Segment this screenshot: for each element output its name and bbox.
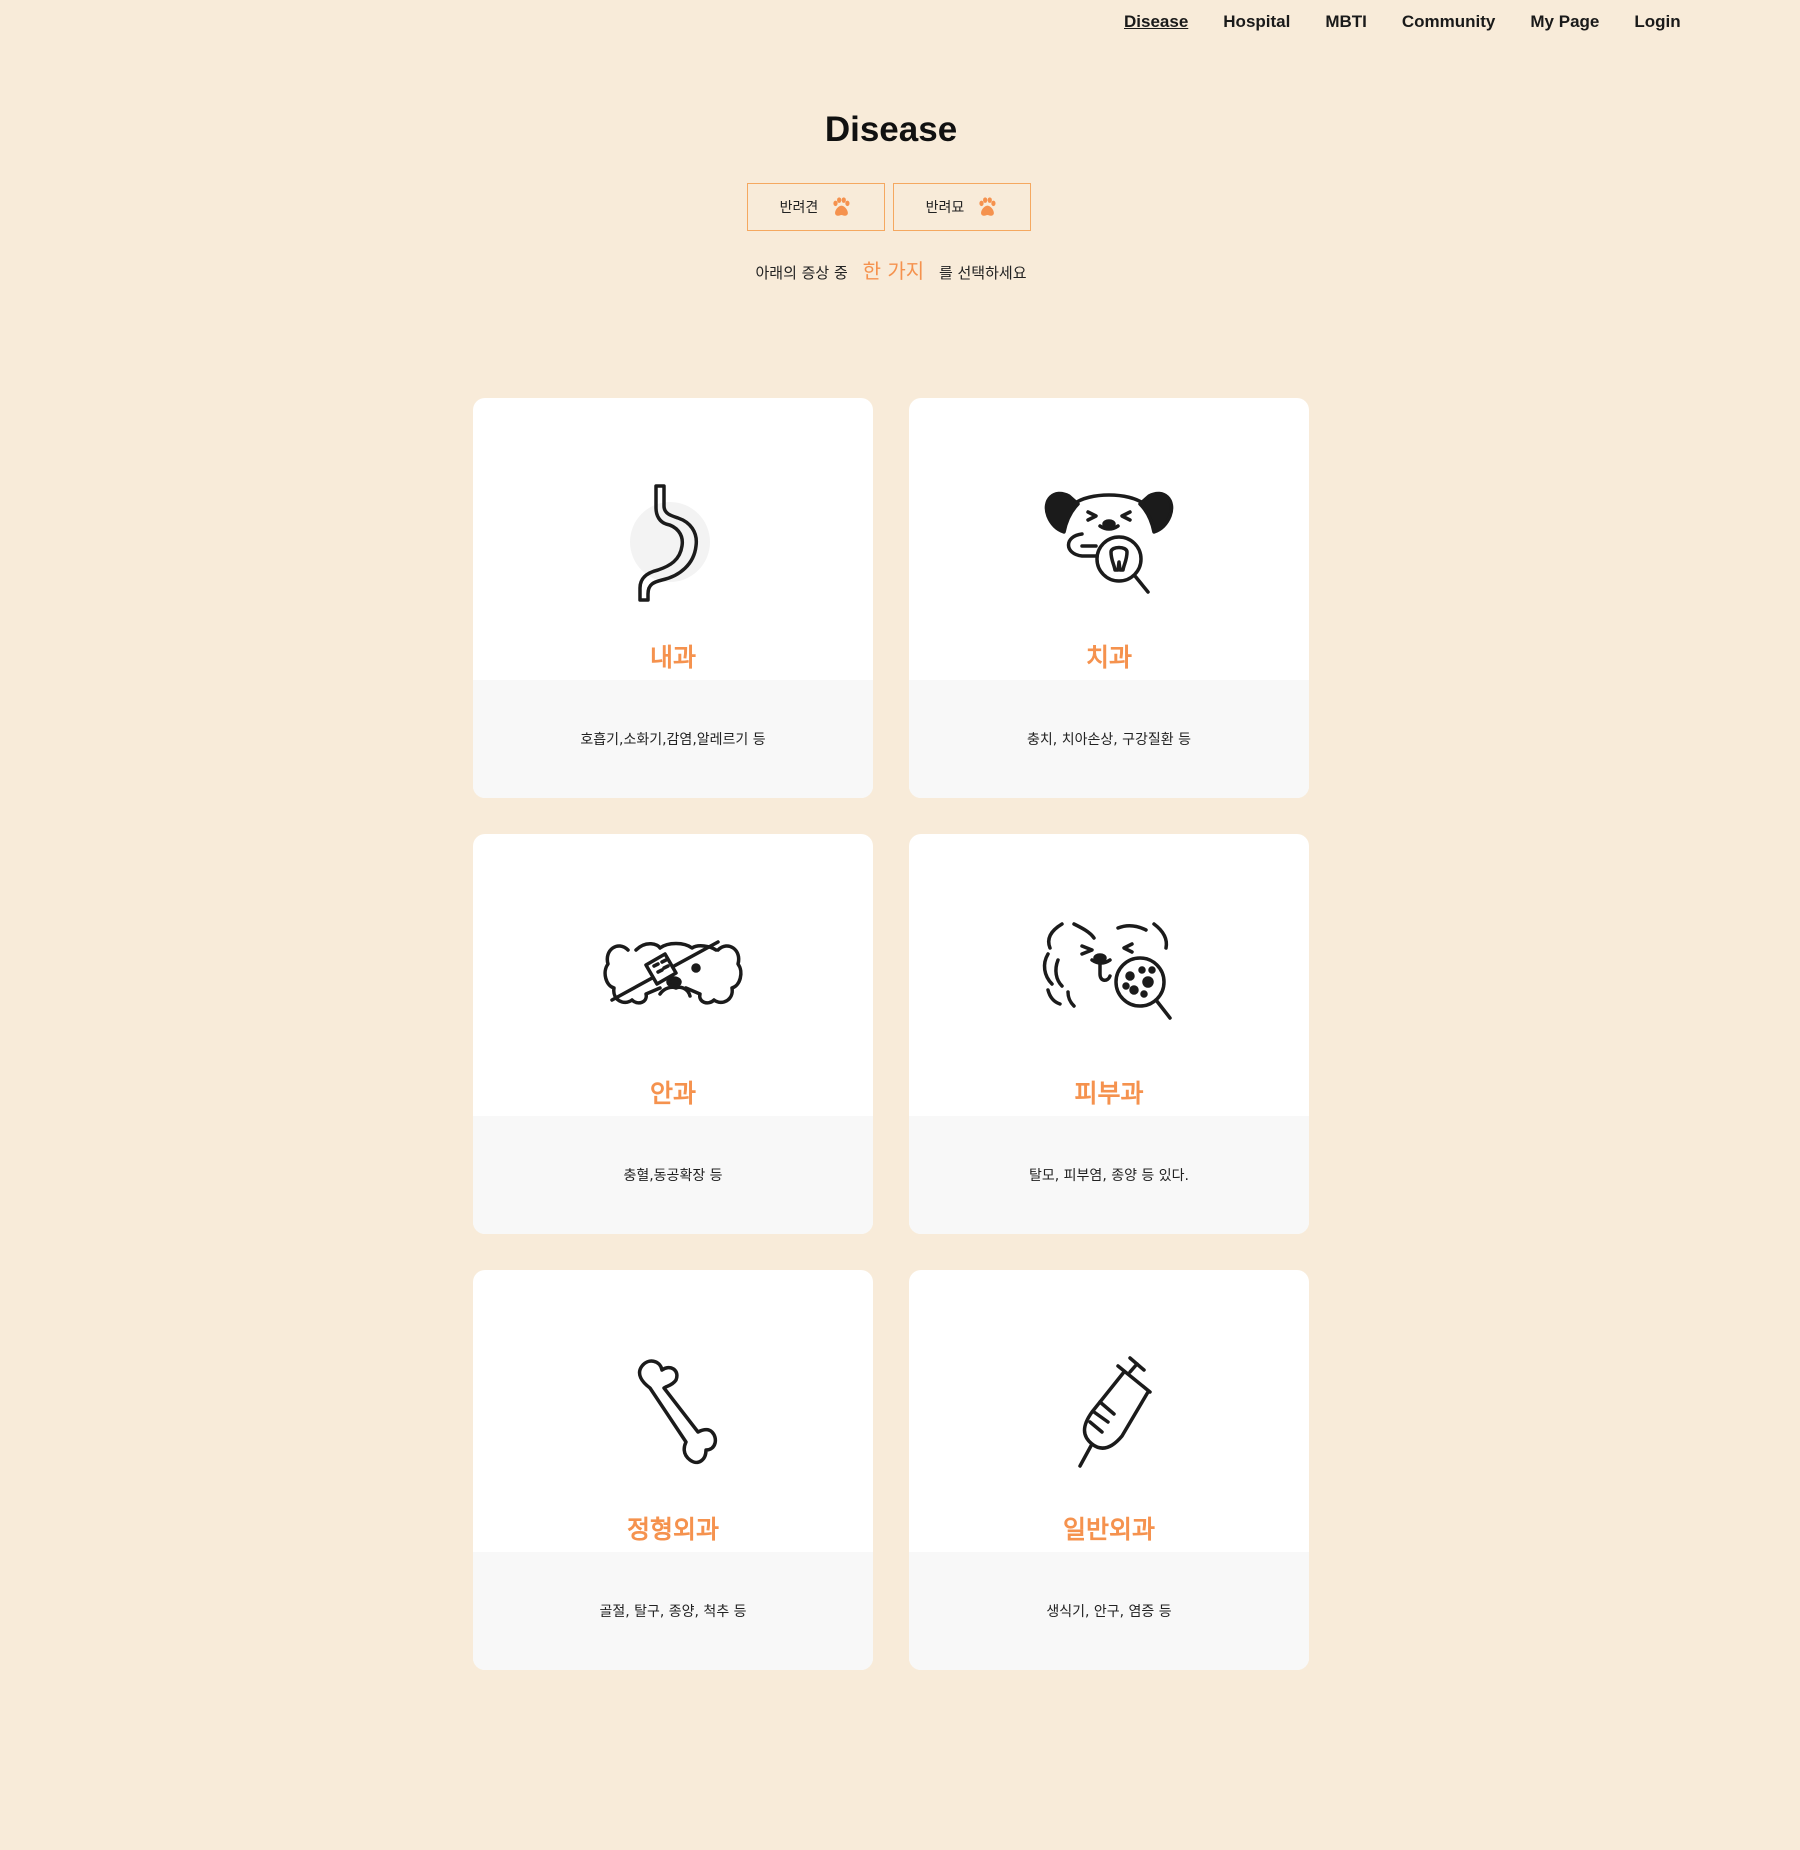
card-ophthalmology[interactable]: 안과 충혈,동공확장 등: [473, 834, 873, 1234]
card-title: 피부과: [1074, 1079, 1144, 1108]
card-title: 안과: [649, 1079, 696, 1108]
nav-hospital[interactable]: Hospital: [1223, 12, 1290, 32]
card-description: 골절, 탈구, 종양, 척추 등: [473, 1552, 873, 1670]
stomach-icon: [630, 484, 710, 602]
card-title: 치과: [1085, 643, 1132, 672]
top-nav: Disease Hospital MBTI Community My Page …: [1124, 12, 1681, 32]
nav-my-page[interactable]: My Page: [1530, 12, 1599, 32]
nav-disease[interactable]: Disease: [1124, 12, 1188, 32]
paw-icon: [833, 197, 850, 216]
card-title: 일반외과: [1062, 1515, 1155, 1544]
card-description: 호흡기,소화기,감염,알레르기 등: [473, 680, 873, 798]
instruction-before: 아래의 증상 중: [755, 264, 848, 282]
cat-button[interactable]: 반려묘: [893, 183, 1031, 231]
syringe-icon: [1078, 1356, 1152, 1468]
dog-button-label: 반려견: [779, 200, 819, 216]
card-dermatology[interactable]: 피부과 탈모, 피부염, 종양 등 있다.: [909, 834, 1309, 1234]
card-title: 정형외과: [626, 1515, 719, 1544]
card-description: 탈모, 피부염, 종양 등 있다.: [909, 1116, 1309, 1234]
card-top: 일반외과: [909, 1270, 1309, 1552]
card-top: 안과: [473, 834, 873, 1116]
department-grid: 내과 호흡기,소화기,감염,알레르기 등 치과 충치, 치아손상, 구강질환 등…: [473, 398, 1309, 1670]
pet-type-selector: 반려견 반려묘: [747, 183, 1031, 231]
card-top: 정형외과: [473, 1270, 873, 1552]
paw-icon: [979, 197, 996, 216]
card-top: 내과: [473, 398, 873, 680]
dog-button[interactable]: 반려견: [747, 183, 885, 231]
card-orthopedics[interactable]: 정형외과 골절, 탈구, 종양, 척추 등: [473, 1270, 873, 1670]
nav-login[interactable]: Login: [1634, 12, 1680, 32]
card-internal-medicine[interactable]: 내과 호흡기,소화기,감염,알레르기 등: [473, 398, 873, 798]
nav-community[interactable]: Community: [1402, 12, 1496, 32]
bone-icon: [637, 1359, 718, 1465]
instruction-after: 를 선택하세요: [938, 264, 1027, 282]
card-title: 내과: [649, 643, 696, 672]
card-dentistry[interactable]: 치과 충치, 치아손상, 구강질환 등: [909, 398, 1309, 798]
page-title: Disease: [824, 110, 958, 149]
card-description: 충치, 치아손상, 구강질환 등: [909, 680, 1309, 798]
card-general-surgery[interactable]: 일반외과 생식기, 안구, 염증 등: [909, 1270, 1309, 1670]
dog-tooth-icon: [1044, 491, 1174, 594]
instruction-highlight: 한 가지: [862, 259, 925, 283]
dog-eye-bandage-icon: [603, 940, 743, 1005]
instruction-text: 아래의 증상 중 한 가지 를 선택하세요: [0, 255, 1782, 284]
nav-mbti[interactable]: MBTI: [1325, 12, 1367, 32]
dog-skin-icon: [1042, 922, 1172, 1020]
card-top: 치과: [909, 398, 1309, 680]
card-description: 생식기, 안구, 염증 등: [909, 1552, 1309, 1670]
card-description: 충혈,동공확장 등: [473, 1116, 873, 1234]
cat-button-label: 반려묘: [925, 200, 965, 216]
card-top: 피부과: [909, 834, 1309, 1116]
